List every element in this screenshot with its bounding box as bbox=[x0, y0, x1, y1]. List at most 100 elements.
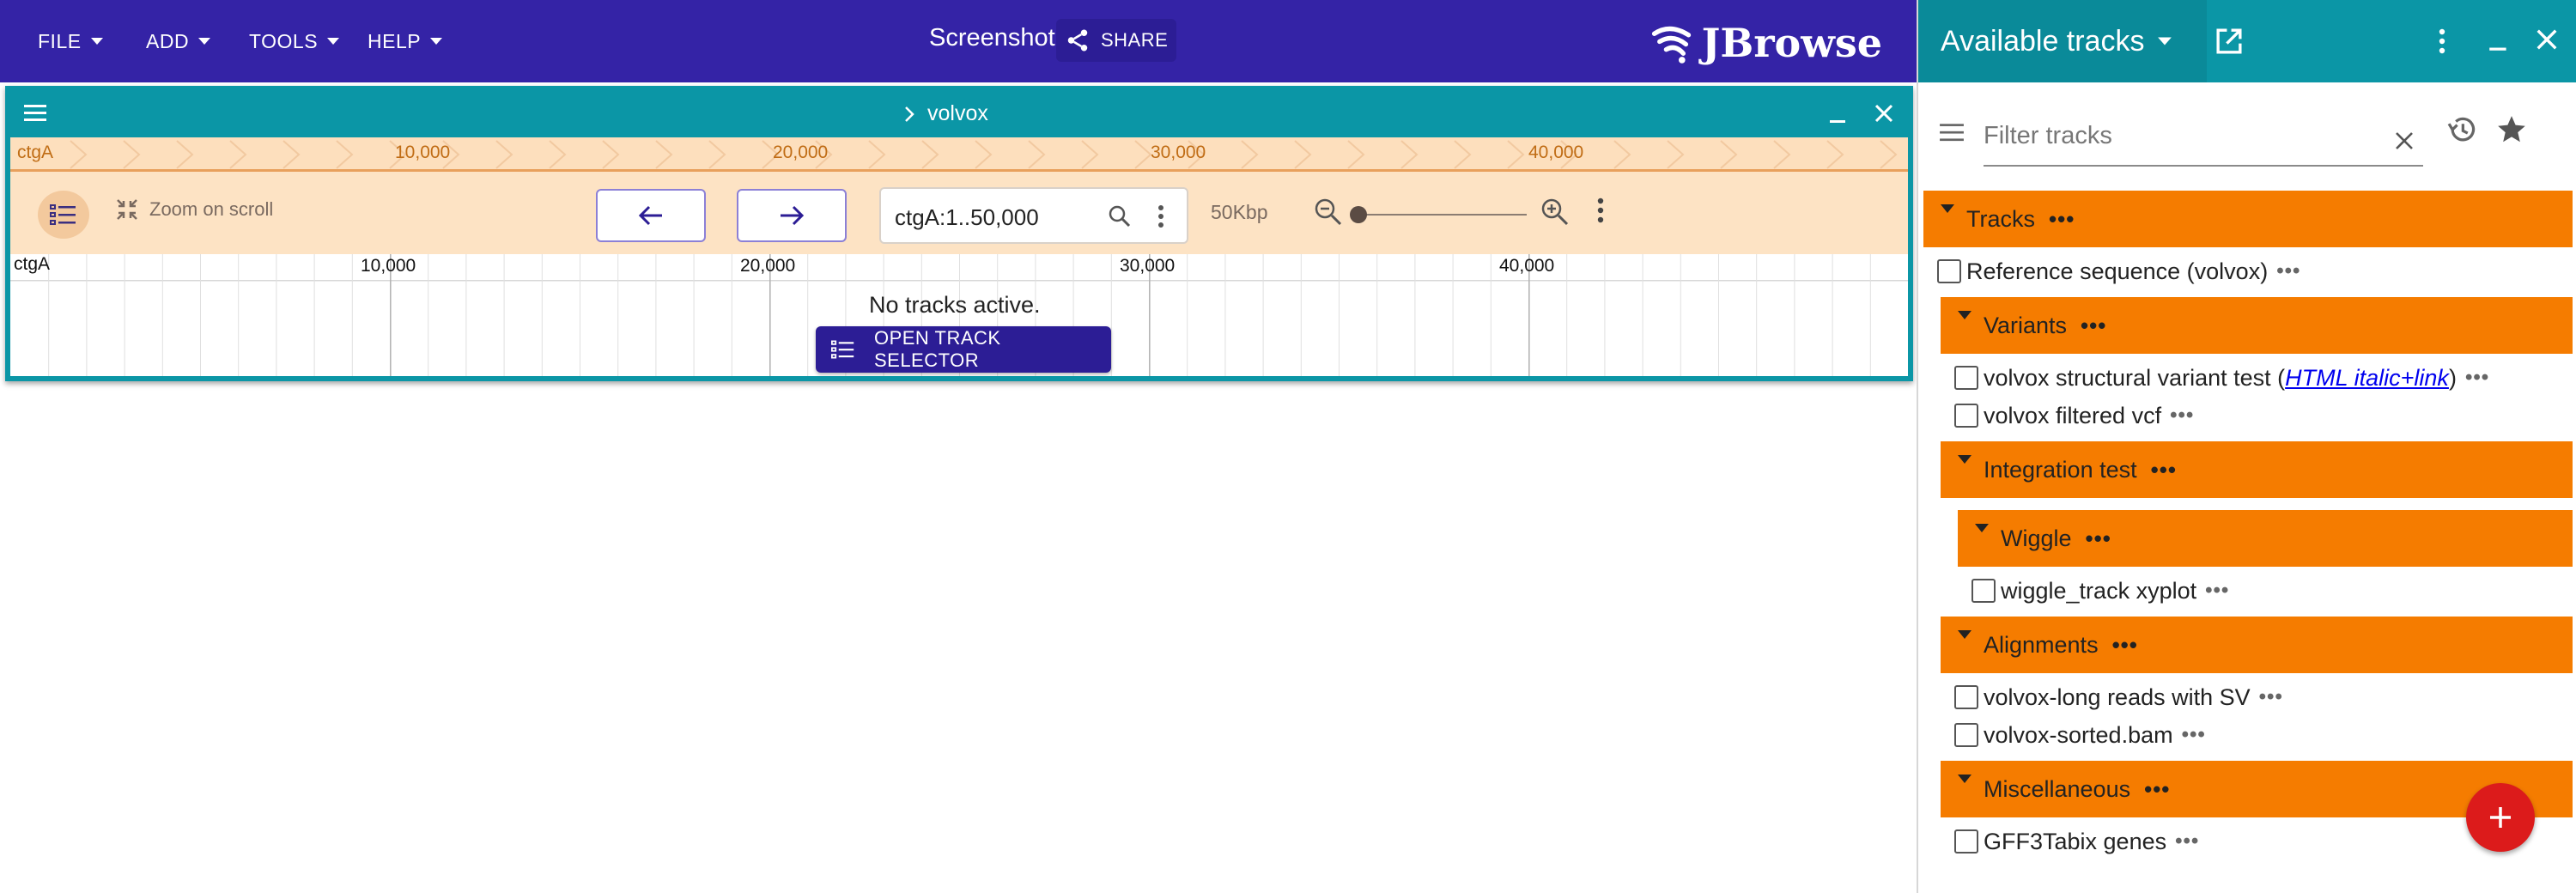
collapse-triangle-icon bbox=[1958, 311, 1971, 319]
ruler-minor-gridline bbox=[200, 254, 201, 376]
track-selector-button[interactable] bbox=[38, 191, 89, 239]
overview-chevron bbox=[1667, 140, 1685, 169]
jbrowse-app: FILE ADD TOOLS HELP Screenshot SHARE JBr… bbox=[0, 0, 2576, 893]
file-menu-button[interactable]: FILE bbox=[38, 22, 104, 60]
pan-left-button[interactable] bbox=[596, 189, 706, 242]
zoom-slider-thumb[interactable] bbox=[1350, 206, 1367, 223]
open-track-selector-button[interactable]: OPEN TRACK SELECTOR bbox=[816, 326, 1111, 373]
overview-chevron bbox=[975, 140, 993, 169]
track-item-sv-test[interactable]: volvox structural variant test (HTML ita… bbox=[1954, 361, 2489, 395]
ruler-minor-gridline bbox=[1832, 254, 1833, 376]
track-item-filtered-vcf[interactable]: volvox filtered vcf ••• bbox=[1954, 398, 2194, 433]
ruler-minor-gridline bbox=[1756, 254, 1758, 376]
overview-chevron bbox=[1241, 140, 1259, 169]
category-menu-dots[interactable]: ••• bbox=[2049, 206, 2075, 233]
category-menu-dots[interactable]: ••• bbox=[2081, 313, 2106, 339]
overview-chevron bbox=[1826, 140, 1844, 169]
overview-chevron bbox=[1720, 140, 1738, 169]
session-title[interactable]: Screenshot bbox=[929, 24, 1055, 52]
pan-right-button[interactable] bbox=[737, 189, 847, 242]
view-name[interactable]: volvox bbox=[903, 101, 988, 126]
view-menu-icon[interactable] bbox=[22, 101, 48, 125]
minimize-icon[interactable] bbox=[1827, 105, 1850, 127]
track-checkbox[interactable] bbox=[1954, 366, 1978, 390]
category-header-tracks[interactable]: Tracks ••• bbox=[1923, 191, 2573, 247]
add-track-fab[interactable] bbox=[2466, 783, 2535, 852]
category-header-integration-test[interactable]: Integration test ••• bbox=[1941, 441, 2573, 498]
track-menu-dots[interactable]: ••• bbox=[2170, 404, 2194, 428]
more-vert-icon[interactable] bbox=[1156, 203, 1166, 230]
view-controls: Zoom on scroll ctgA:1..50,000 50Kbp bbox=[10, 172, 1908, 254]
location-search-box[interactable]: ctgA:1..50,000 bbox=[879, 187, 1188, 244]
tools-menu-button[interactable]: TOOLS bbox=[249, 22, 340, 60]
track-label: wiggle_track xyplot bbox=[2001, 577, 2197, 604]
search-icon[interactable] bbox=[1108, 204, 1132, 228]
collapse-triangle-icon bbox=[1975, 524, 1989, 532]
overview-chevron bbox=[1134, 140, 1152, 169]
track-menu-dots[interactable]: ••• bbox=[2276, 259, 2300, 283]
track-checkbox[interactable] bbox=[1937, 259, 1961, 283]
chevron-right-icon bbox=[905, 106, 914, 122]
ruler-minor-gridline bbox=[313, 254, 315, 376]
tracks-container: ctgA 10,000 20,000 30,000 40,000 No trac… bbox=[10, 254, 1908, 376]
track-menu-dots[interactable]: ••• bbox=[2465, 366, 2489, 390]
close-icon[interactable] bbox=[1872, 101, 1896, 125]
overview-chevron bbox=[1507, 140, 1525, 169]
track-menu-dots[interactable]: ••• bbox=[2205, 579, 2229, 603]
category-header-alignments[interactable]: Alignments ••• bbox=[1941, 617, 2573, 673]
track-label: volvox-sorted.bam bbox=[1984, 721, 2173, 748]
overview-tick-label: 20,000 bbox=[773, 143, 829, 162]
overview-chevron bbox=[1028, 140, 1046, 169]
help-menu-button[interactable]: HELP bbox=[368, 22, 443, 60]
track-checkbox[interactable] bbox=[1971, 579, 1996, 603]
share-button[interactable]: SHARE bbox=[1056, 19, 1176, 62]
category-menu-dots[interactable]: ••• bbox=[2151, 457, 2177, 483]
overview-chevron bbox=[336, 140, 354, 169]
add-menu-label: ADD bbox=[146, 29, 190, 52]
ruler-minor-gridline bbox=[807, 254, 809, 376]
track-item-sorted-bam[interactable]: volvox-sorted.bam ••• bbox=[1954, 718, 2206, 752]
overview-scale-bar[interactable]: ctgA 10,000 20,000 30,000 40,000 bbox=[10, 137, 1908, 172]
category-header-variants[interactable]: Variants ••• bbox=[1941, 297, 2573, 354]
track-checkbox[interactable] bbox=[1954, 404, 1978, 428]
ruler-minor-gridline bbox=[617, 254, 619, 376]
zoom-in-icon[interactable] bbox=[1540, 197, 1570, 227]
category-label: Miscellaneous bbox=[1984, 775, 2131, 802]
track-checkbox[interactable] bbox=[1954, 723, 1978, 747]
track-menu-dots[interactable]: ••• bbox=[2182, 723, 2206, 747]
location-input[interactable]: ctgA:1..50,000 bbox=[895, 204, 1039, 231]
track-checkbox[interactable] bbox=[1954, 685, 1978, 709]
ruler-minor-gridline bbox=[1604, 254, 1606, 376]
track-menu-dots[interactable]: ••• bbox=[2175, 829, 2199, 854]
zoom-on-scroll-label: Zoom on scroll bbox=[149, 198, 274, 220]
view-options-icon[interactable] bbox=[1595, 196, 1606, 225]
ruler-tick-label: 30,000 bbox=[1120, 256, 1176, 276]
app-bar: FILE ADD TOOLS HELP Screenshot SHARE JBr… bbox=[0, 0, 1917, 82]
ruler-minor-gridline bbox=[1224, 254, 1226, 376]
drawer-widget: Available tracks Filter tracks Tracks ••… bbox=[1917, 0, 2576, 893]
overview-chevron bbox=[229, 140, 247, 169]
category-menu-dots[interactable]: ••• bbox=[2086, 525, 2111, 552]
category-menu-dots[interactable]: ••• bbox=[2144, 776, 2170, 803]
track-item-gff3tabix[interactable]: GFF3Tabix genes ••• bbox=[1954, 824, 2199, 859]
track-checkbox[interactable] bbox=[1954, 829, 1978, 854]
category-header-wiggle[interactable]: Wiggle ••• bbox=[1958, 510, 2573, 567]
track-label: GFF3Tabix genes bbox=[1984, 828, 2167, 854]
track-menu-dots[interactable]: ••• bbox=[2259, 685, 2283, 709]
zoom-on-scroll-toggle[interactable]: Zoom on scroll bbox=[115, 197, 273, 222]
zoom-slider[interactable] bbox=[1346, 197, 1535, 232]
category-menu-dots[interactable]: ••• bbox=[2112, 632, 2138, 659]
overview-chevron bbox=[1081, 140, 1099, 169]
overview-chevron bbox=[70, 140, 88, 169]
track-item-wiggle-xyplot[interactable]: wiggle_track xyplot ••• bbox=[1971, 574, 2229, 608]
zoom-out-icon[interactable] bbox=[1314, 197, 1343, 227]
tools-menu-label: TOOLS bbox=[249, 29, 319, 52]
track-item-long-reads[interactable]: volvox-long reads with SV ••• bbox=[1954, 680, 2283, 714]
track-label-link[interactable]: HTML italic+link bbox=[2285, 365, 2449, 392]
track-item-refseq[interactable]: Reference sequence (volvox) ••• bbox=[1937, 254, 2300, 289]
ruler-minor-gridline bbox=[503, 254, 505, 376]
add-menu-button[interactable]: ADD bbox=[146, 22, 211, 60]
linear-genome-view: volvox ctgA 10,000 20,000 30,000 40,000 bbox=[5, 86, 1913, 381]
compress-icon bbox=[117, 199, 137, 220]
share-label: SHARE bbox=[1101, 29, 1169, 51]
